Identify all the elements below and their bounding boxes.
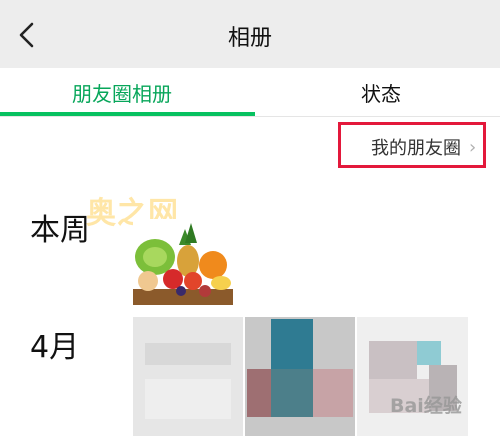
chevron-right-icon: › xyxy=(469,137,477,158)
section-label-this-week: 本周 xyxy=(30,213,90,248)
blurred-photo-grid xyxy=(133,317,468,436)
baidu-jingyan-watermark: Bai经验 xyxy=(390,395,462,417)
page-title: 相册 xyxy=(227,26,272,51)
top-bar: 相册 xyxy=(0,0,500,68)
tab-moments-album[interactable]: 朋友圈相册 xyxy=(72,78,172,107)
my-moments-link[interactable]: 我的朋友圈 › xyxy=(338,122,486,168)
my-moments-label: 我的朋友圈 xyxy=(371,138,461,159)
fruit-photo-thumbnail[interactable] xyxy=(133,219,233,305)
tab-status[interactable]: 状态 xyxy=(361,78,401,107)
active-tab-indicator xyxy=(0,112,255,116)
tab-bar: 朋友圈相册 状态 xyxy=(0,68,500,117)
section-label-april: 4月 xyxy=(30,330,80,365)
